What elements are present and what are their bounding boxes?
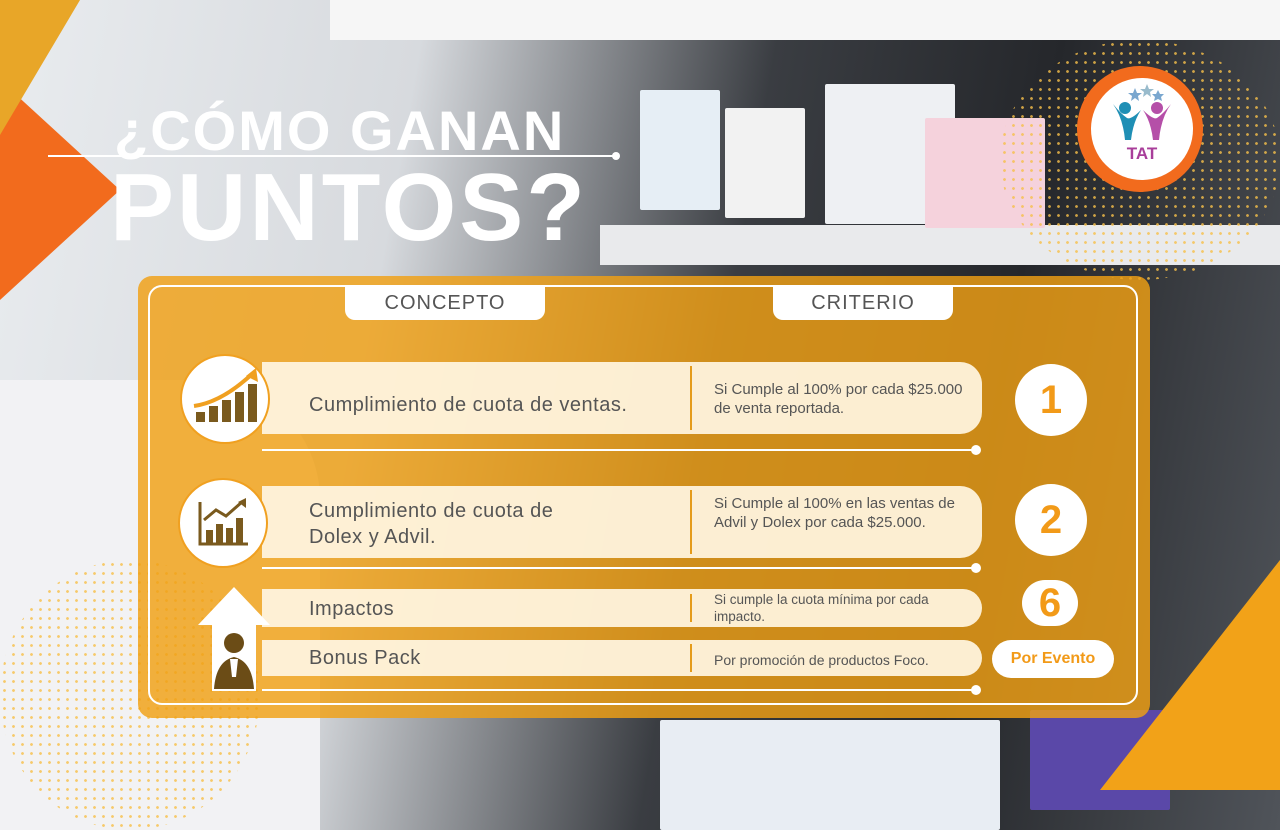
row-criterion: Si cumple la cuota mínima por cada impac… — [714, 592, 929, 624]
tat-logo: TAT — [1075, 66, 1225, 192]
growth-bar-chart-icon — [193, 368, 258, 422]
page-title-line2: PUNTOS? — [110, 154, 588, 261]
row-concept: Bonus Pack — [309, 647, 421, 669]
points-badge: 2 — [1015, 484, 1087, 556]
line-bar-chart-icon — [198, 498, 248, 546]
row-criterion: Por promoción de productos Foco. — [714, 652, 929, 668]
row-concept: Cumplimiento de cuota de ventas. — [309, 394, 628, 416]
row-underline — [262, 449, 976, 451]
background-shelf-top — [330, 0, 1280, 40]
row-separator — [690, 490, 692, 554]
title-underline-dot — [612, 152, 620, 160]
background-medicine-box — [660, 720, 1000, 830]
header-criterio: CRITERIO — [773, 286, 953, 320]
background-medicine-box — [725, 108, 805, 218]
row-icon-circle — [180, 354, 270, 444]
row-underline-dot — [971, 445, 981, 455]
row-concept: Cumplimiento de cuota de Dolex y Advil. — [309, 500, 554, 548]
row-concept: Impactos — [309, 598, 395, 620]
row-underline-dot — [971, 563, 981, 573]
people-stars-icon — [1113, 84, 1171, 140]
row-criterion: Si Cumple al 100% en las ventas de Advil… — [714, 495, 955, 531]
row-separator — [690, 644, 692, 672]
points-badge: 1 — [1015, 364, 1087, 436]
row-separator — [690, 366, 692, 430]
decor-triangle-gold — [0, 0, 80, 135]
row-underline — [262, 689, 976, 691]
points-badge: 6 — [1022, 580, 1078, 626]
logo-ring: TAT — [1077, 66, 1203, 192]
row-underline-dot — [971, 685, 981, 695]
person-up-arrow-icon — [198, 587, 270, 691]
logo-text: TAT — [1126, 144, 1158, 163]
infographic: ¿CÓMO GANAN PUNTOS? TAT CONCEPTO CRITERI — [0, 0, 1280, 830]
row-icon-circle — [178, 478, 268, 568]
row-separator — [690, 594, 692, 622]
background-medicine-box — [640, 90, 720, 210]
row-criterion: Si Cumple al 100% por cada $25.000 de ve… — [714, 381, 963, 417]
points-badge-event: Por Evento — [992, 640, 1114, 678]
header-concepto: CONCEPTO — [345, 286, 545, 320]
row-underline — [262, 567, 976, 569]
logo-inner: TAT — [1091, 78, 1193, 180]
